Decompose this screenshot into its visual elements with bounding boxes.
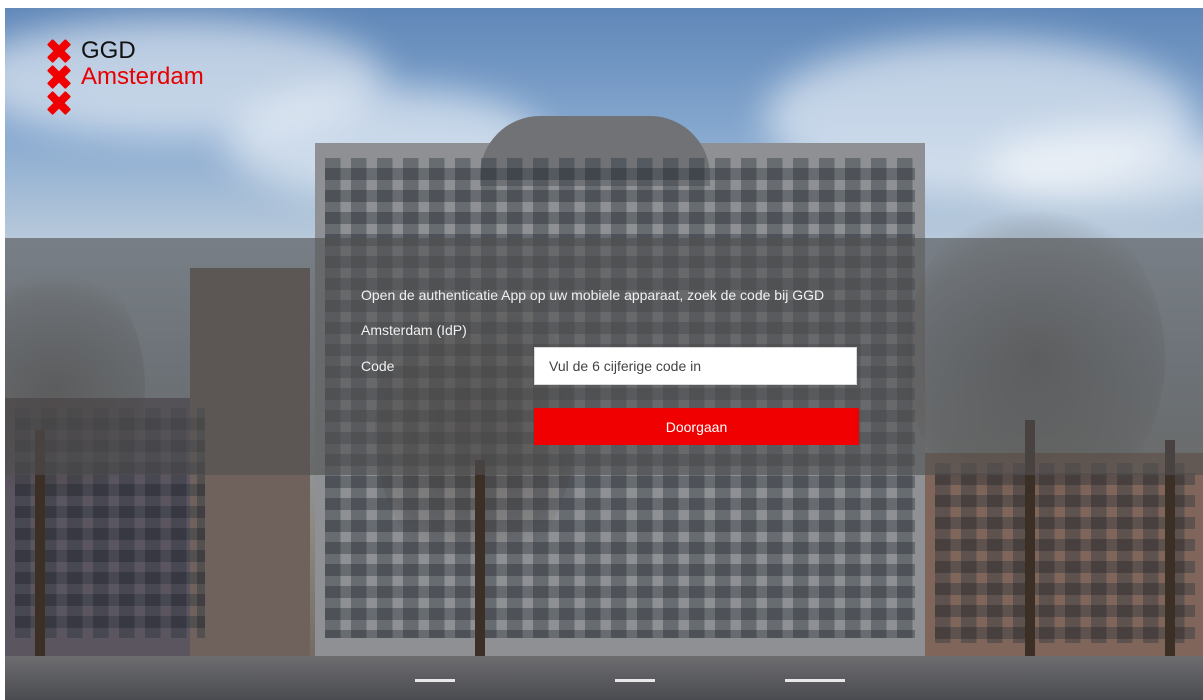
logo-row: Amsterdam xyxy=(47,64,204,90)
x-icon xyxy=(47,39,71,63)
code-input[interactable] xyxy=(534,347,857,385)
logo-row xyxy=(47,90,204,116)
auth-instruction: Open de authenticatie App op uw mobiele … xyxy=(361,287,825,338)
logo-row: GGD xyxy=(47,38,204,64)
street xyxy=(5,656,1203,700)
logo-text: GGD xyxy=(81,37,136,64)
ggd-amsterdam-logo: GGD Amsterdam xyxy=(47,38,204,116)
road-marking xyxy=(415,679,455,682)
code-label: Code xyxy=(361,358,395,374)
login-page: GGD Amsterdam Open de authenticatie App … xyxy=(5,8,1203,700)
continue-button[interactable]: Doorgaan xyxy=(534,408,859,445)
road-marking xyxy=(785,679,845,682)
x-icon xyxy=(47,91,71,115)
tree-trunk xyxy=(475,460,485,660)
road-marking xyxy=(615,679,655,682)
logo-text: Amsterdam xyxy=(81,63,204,90)
x-icon xyxy=(47,65,71,89)
